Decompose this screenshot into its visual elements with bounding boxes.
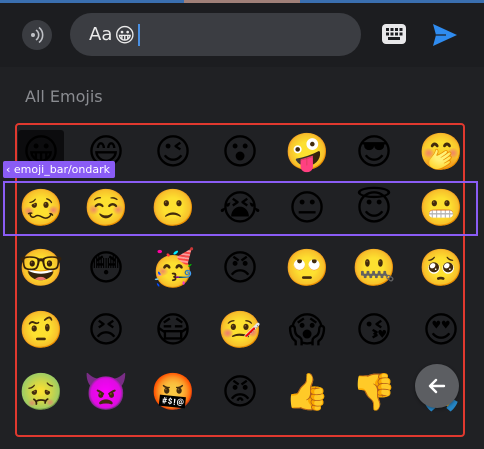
keyboard-icon[interactable]	[380, 20, 408, 48]
arrow-left-icon	[428, 378, 446, 394]
text-caret	[138, 23, 140, 46]
backspace-button[interactable]	[415, 364, 459, 408]
tag-chevron-icon: ‹	[6, 163, 14, 176]
send-icon[interactable]	[430, 20, 460, 50]
section-title: All Emojis	[25, 87, 103, 106]
tag-label: emoji_bar/ondark	[13, 163, 111, 176]
message-composer: Aa 😀	[0, 3, 484, 67]
message-input[interactable]: Aa 😀	[70, 13, 361, 56]
emoji-bar-tag: ‹ emoji_bar/ondark	[3, 161, 116, 178]
emoji-panel: All Emojis 😀 😄 😉 😮 🤪 😎 🤭 🥴 ☺️ 🙁 😭 😐 😇 😬 …	[0, 67, 484, 449]
input-text: Aa	[89, 24, 113, 45]
input-emoji: 😀	[114, 22, 136, 47]
voice-icon[interactable]	[22, 20, 52, 50]
emoji-bar-highlight	[3, 181, 478, 236]
